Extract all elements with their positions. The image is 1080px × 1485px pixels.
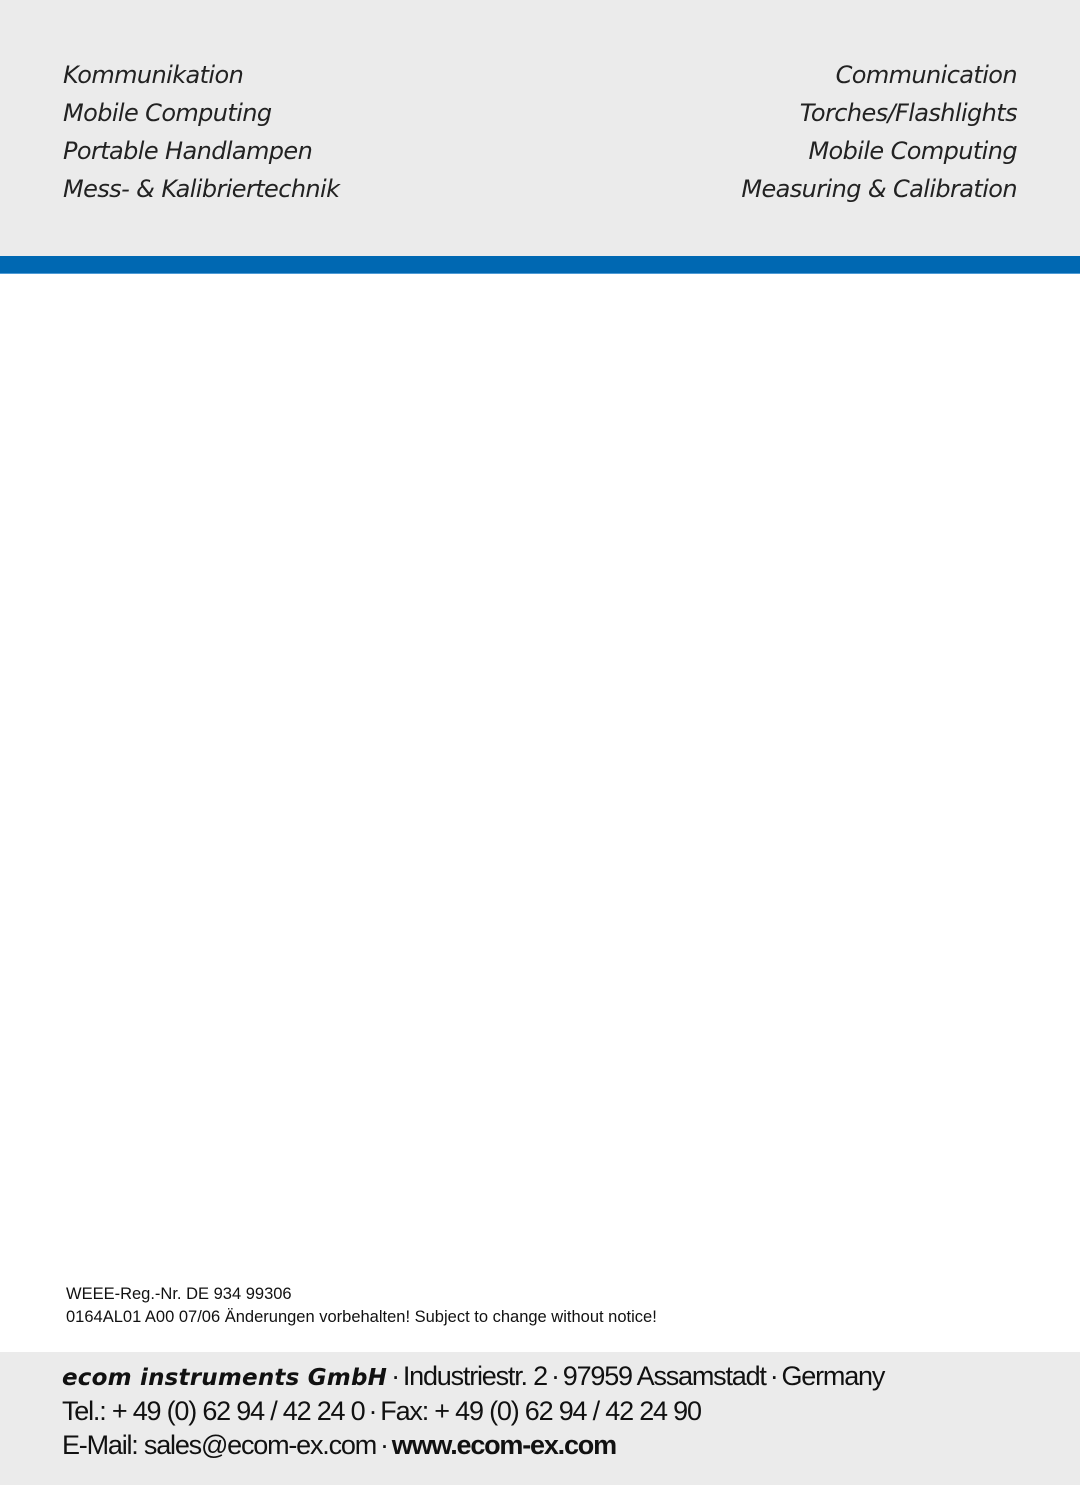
english-product-lines: Communication Torches/Flashlights Mobile…: [741, 56, 1017, 208]
contact-block: ecom instruments GmbH · Industriestr. 2 · 97…: [62, 1359, 886, 1463]
separator-dot: ·: [368, 1395, 377, 1426]
company-name: ecom instruments GmbH: [62, 1365, 388, 1391]
phone-line: Tel.: + 49 (0) 62 94 / 42 24 0 · Fax: + 49…: [62, 1394, 884, 1429]
country: Germany: [781, 1361, 886, 1391]
street: Industriestr. 2: [402, 1361, 548, 1391]
german-product-lines: Kommunikation Mobile Computing Portable …: [63, 56, 340, 208]
separator-dot: ·: [550, 1361, 560, 1391]
product-line-en: Mobile Computing: [808, 137, 1017, 165]
product-line-de: Mess- & Kalibriertechnik: [63, 175, 340, 203]
product-line-de: Kommunikation: [63, 61, 244, 89]
separator-dot: ·: [769, 1361, 779, 1391]
accent-divider: [0, 256, 1080, 274]
fax: Fax: + 49 (0) 62 94 / 42 24 90: [380, 1395, 702, 1426]
separator-dot: ·: [380, 1430, 389, 1460]
address-line: ecom instruments GmbH · Industriestr. 2 · 97…: [62, 1359, 886, 1394]
separator-dot: ·: [391, 1361, 400, 1391]
city: 97959 Assamstadt: [562, 1361, 767, 1391]
product-line-en: Communication: [835, 61, 1018, 89]
product-line-de: Mobile Computing: [63, 99, 272, 127]
header-band: Kommunikation Mobile Computing Portable …: [0, 0, 1080, 256]
weee-registration: WEEE-Reg.-Nr. DE 934 99306: [66, 1285, 292, 1303]
product-line-de: Portable Handlampen: [63, 137, 313, 165]
website-link[interactable]: www.ecom-ex.com: [392, 1430, 617, 1460]
legal-notes: WEEE-Reg.-Nr. DE 934 99306 0164AL01 A00 …: [66, 1283, 657, 1329]
change-disclaimer: 0164AL01 A00 07/06 Änderungen vorbehalte…: [66, 1308, 657, 1326]
product-line-en: Measuring & Calibration: [741, 175, 1017, 203]
email-link[interactable]: E-Mail: sales@ecom-ex.com: [62, 1430, 377, 1460]
telephone: Tel.: + 49 (0) 62 94 / 42 24 0: [62, 1395, 366, 1426]
product-line-en: Torches/Flashlights: [799, 99, 1018, 127]
web-line: E-Mail: sales@ecom-ex.com · www.ecom-ex.co…: [62, 1428, 884, 1463]
